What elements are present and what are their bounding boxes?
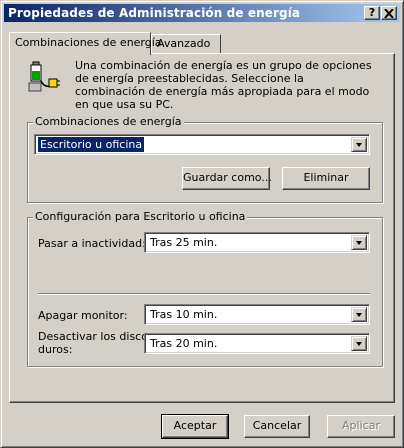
intro-text: Una combinación de energía es un grupo d… [75,59,372,111]
power-options-dialog: Propiedades de Administración de energía… [0,0,404,448]
separator [38,293,370,295]
standby-label: Pasar a inactividad: [38,237,146,250]
disks-value: Tras 20 min. [150,337,218,350]
disks-select[interactable]: Tras 20 min. [144,333,370,354]
tab-label: Combinaciones de energía [15,36,162,49]
apply-button[interactable]: Aplicar [327,415,395,438]
window-title: Propiedades de Administración de energía [8,6,301,20]
delete-button[interactable]: Eliminar [282,167,370,190]
tab-power-schemes[interactable]: Combinaciones de energía [9,32,162,55]
chevron-down-icon[interactable] [351,137,367,152]
power-scheme-select[interactable]: Escritorio u oficina [34,134,370,155]
close-icon [384,8,394,19]
cancel-button-label: Cancelar [252,419,302,432]
ok-button[interactable]: Aceptar [161,414,229,439]
monitor-label: Apagar monitor: [38,309,128,322]
settings-group-label: Configuración para Escritorio u oficina [33,210,248,223]
save-as-button-label: Guardar como... [183,171,272,184]
chevron-down-icon[interactable] [351,336,367,351]
chevron-down-icon[interactable] [351,307,367,322]
apply-button-label: Aplicar [342,419,380,432]
save-as-button[interactable]: Guardar como... [182,167,272,190]
monitor-select[interactable]: Tras 10 min. [144,304,370,325]
selected-scheme: Escritorio u oficina [36,136,146,153]
power-schemes-group-label: Combinaciones de energía [33,115,184,128]
standby-select[interactable]: Tras 25 min. [144,232,370,253]
cancel-button[interactable]: Cancelar [244,415,310,438]
disks-label-line1: Desactivar los discos [38,330,154,343]
disks-label-line2: duros: [38,343,73,356]
monitor-value: Tras 10 min. [150,308,218,321]
help-button[interactable]: ? [364,6,380,20]
title-bar[interactable]: Propiedades de Administración de energía… [4,4,400,22]
close-button[interactable] [381,6,397,20]
power-plug-battery-icon [27,59,61,93]
ok-button-label: Aceptar [173,419,217,432]
delete-button-label: Eliminar [303,171,349,184]
tab-label: Avanzado [157,37,211,50]
standby-value: Tras 25 min. [150,236,218,249]
chevron-down-icon[interactable] [351,235,367,250]
